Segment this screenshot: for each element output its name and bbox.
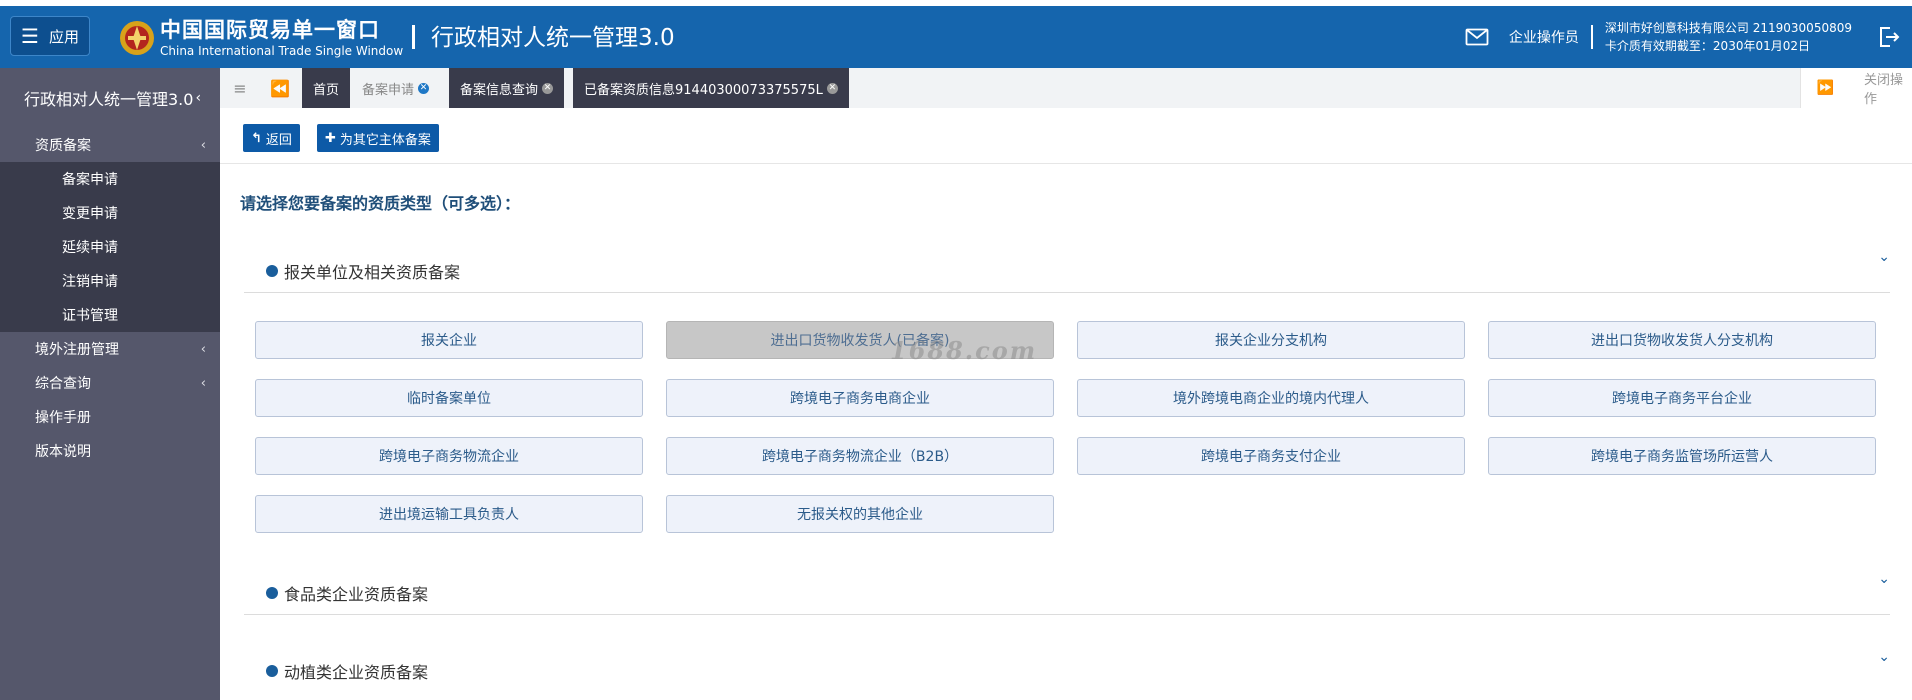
bullet-icon <box>266 665 278 677</box>
brand: 中国国际贸易单一窗口 China International Trade Sin… <box>160 18 403 59</box>
selection-prompt: 请选择您要备案的资质类型（可多选）： <box>240 194 521 213</box>
system-title: 行政相对人统一管理3.0 <box>412 22 675 54</box>
qualification-option[interactable]: 跨境电子商务监管场所运营人 <box>1488 437 1876 475</box>
qualification-option[interactable]: 跨境电子商务支付企业 <box>1077 437 1465 475</box>
app-menu-button[interactable]: ☰ 应用 <box>10 16 90 56</box>
tab-bar: ≡ ⏪ 首页 备案申请 ✕ 备案信息查询 ✕ 已备案资质信息914403000733… <box>220 68 1912 108</box>
qualification-option[interactable]: 跨境电子商务物流企业 <box>255 437 643 475</box>
section-food-enterprise: 食品类企业资质备案 ⌄ <box>244 571 1890 615</box>
tab-label: 已备案资质信息91440300073375575L <box>584 82 823 98</box>
qualification-option[interactable]: 跨境电子商务平台企业 <box>1488 379 1876 417</box>
qualification-option[interactable]: 报关企业分支机构 <box>1077 321 1465 359</box>
qualification-option[interactable]: 进出口货物收发货人分支机构 <box>1488 321 1876 359</box>
sidebar-item-label: 境外注册管理 <box>35 342 119 358</box>
qualification-option[interactable]: 境外跨境电商企业的境内代理人 <box>1077 379 1465 417</box>
collapse-chevron-icon[interactable]: ‹ <box>195 90 201 106</box>
other-entity-button-label: 为其它主体备案 <box>339 132 431 148</box>
qualification-option[interactable]: 跨境电子商务电商企业 <box>666 379 1054 417</box>
hamburger-icon: ☰ <box>21 24 39 48</box>
user-role: 企业操作员 <box>1508 30 1579 46</box>
tab-scroll-back-icon[interactable]: ⏪ <box>260 68 300 108</box>
system-title-text: 行政相对人统一管理3.0 <box>431 25 675 51</box>
tab-filed-qualification-info[interactable]: 已备案资质信息91440300073375575L ✕ <box>573 68 849 108</box>
section-title: 报关单位及相关资质备案 <box>284 262 461 282</box>
tab-home[interactable]: 首页 <box>302 68 351 108</box>
chevron-left-icon: ‹ <box>200 375 206 391</box>
single-window-logo-icon <box>120 21 154 55</box>
sidebar: 行政相对人统一管理3.0 ‹ 资质备案 ‹ 备案申请 变更申请 延续申请 注销申请… <box>0 68 220 700</box>
plus-icon: ✚ <box>325 130 336 146</box>
qualification-type-grid: 报关企业 进出口货物收发货人(已备案) 报关企业分支机构 进出口货物收发货人分支… <box>255 321 1876 533</box>
watermark: 1688.com <box>890 336 1038 365</box>
close-operations-button[interactable]: 关闭操作 <box>1850 68 1912 108</box>
chevron-down-icon[interactable]: ⌄ <box>1878 649 1890 665</box>
app-menu-label: 应用 <box>48 27 79 46</box>
section-customs-declaration: 报关单位及相关资质备案 ⌄ <box>244 249 1890 293</box>
sidebar-subitem-certificate-management[interactable]: 证书管理 <box>0 298 220 332</box>
section-header[interactable]: 食品类企业资质备案 ⌄ <box>244 571 1890 615</box>
sidebar-item-overseas-registration[interactable]: 境外注册管理 ‹ <box>0 332 220 366</box>
logout-icon[interactable] <box>1876 25 1900 49</box>
header-right: 企业操作员 深圳市好创意科技有限公司 2119030050809 卡介质有效期截… <box>1465 6 1912 68</box>
qualification-option[interactable]: 临时备案单位 <box>255 379 643 417</box>
tab-menu-icon[interactable]: ≡ <box>220 68 260 108</box>
title-divider <box>412 25 415 49</box>
section-header[interactable]: 动植类企业资质备案 ⌄ <box>244 649 1890 693</box>
section-header[interactable]: 报关单位及相关资质备案 ⌄ <box>244 249 1890 293</box>
sidebar-item-label: 综合查询 <box>35 376 91 392</box>
tab-close-icon[interactable]: ✕ <box>826 82 838 94</box>
back-button[interactable]: ↰ 返回 <box>243 124 300 152</box>
sidebar-item-label: 操作手册 <box>35 410 91 426</box>
sidebar-subitem-renewal-application[interactable]: 延续申请 <box>0 230 220 264</box>
qualification-option[interactable]: 进出境运输工具负责人 <box>255 495 643 533</box>
tab-label: 备案信息查询 <box>460 82 539 98</box>
sidebar-item-manual[interactable]: 操作手册 <box>0 400 220 434</box>
tab-filing-info-query[interactable]: 备案信息查询 ✕ <box>449 68 565 108</box>
sidebar-submenu: 备案申请 变更申请 延续申请 注销申请 证书管理 <box>0 162 220 332</box>
chevron-down-icon[interactable]: ⌄ <box>1878 249 1890 265</box>
sidebar-title-text: 行政相对人统一管理3.0 <box>24 90 194 109</box>
sidebar-item-version-notes[interactable]: 版本说明 <box>0 434 220 468</box>
section-title: 食品类企业资质备案 <box>284 584 429 604</box>
tab-filing-application[interactable]: 备案申请 ✕ <box>351 68 441 108</box>
bullet-icon <box>266 586 278 599</box>
bullet-icon <box>266 264 278 277</box>
tab-close-icon[interactable]: ✕ <box>418 82 430 94</box>
top-header: ☰ 应用 中国国际贸易单一窗口 China International Trad… <box>0 0 1912 68</box>
sidebar-subitem-change-application[interactable]: 变更申请 <box>0 196 220 230</box>
header-divider <box>1590 25 1593 49</box>
sidebar-item-label: 版本说明 <box>35 444 91 460</box>
back-arrow-icon: ↰ <box>251 130 262 146</box>
file-for-other-entity-button[interactable]: ✚ 为其它主体备案 <box>317 124 439 152</box>
back-button-label: 返回 <box>265 132 292 148</box>
brand-en: China International Trade Single Window <box>160 44 404 58</box>
tab-close-icon[interactable]: ✕ <box>542 82 554 94</box>
qualification-option[interactable]: 报关企业 <box>255 321 643 359</box>
sidebar-item-label: 资质备案 <box>35 138 91 154</box>
sidebar-subitem-cancellation-application[interactable]: 注销申请 <box>0 264 220 298</box>
section-title: 动植类企业资质备案 <box>284 663 429 682</box>
company-info: 深圳市好创意科技有限公司 2119030050809 卡介质有效期截至：2030… <box>1605 19 1852 55</box>
chevron-down-icon[interactable]: ⌄ <box>1878 571 1890 587</box>
section-animal-plant-enterprise: 动植类企业资质备案 ⌄ <box>244 649 1890 693</box>
qualification-option[interactable]: 跨境电子商务物流企业（B2B） <box>666 437 1054 475</box>
sidebar-item-qualification-filing[interactable]: 资质备案 ‹ <box>0 128 220 162</box>
tab-label: 首页 <box>313 82 340 98</box>
sidebar-subitem-filing-application[interactable]: 备案申请 <box>0 162 220 196</box>
action-toolbar: ↰ 返回 ✚ 为其它主体备案 <box>220 108 1912 164</box>
mail-icon[interactable] <box>1465 28 1489 46</box>
sidebar-item-comprehensive-query[interactable]: 综合查询 ‹ <box>0 366 220 400</box>
card-expiry: 卡介质有效期截至：2030年01月02日 <box>1604 39 1811 53</box>
tab-label: 备案申请 <box>362 82 415 98</box>
brand-cn: 中国国际贸易单一窗口 <box>160 18 380 42</box>
chevron-left-icon: ‹ <box>200 137 206 153</box>
chevron-left-icon: ‹ <box>200 341 206 357</box>
sidebar-title[interactable]: 行政相对人统一管理3.0 ‹ <box>0 68 220 128</box>
company-name: 深圳市好创意科技有限公司 2119030050809 <box>1604 21 1852 35</box>
tab-scroll-forward-icon[interactable]: ⏩ <box>1800 68 1850 108</box>
qualification-option[interactable]: 无报关权的其他企业 <box>666 495 1054 533</box>
